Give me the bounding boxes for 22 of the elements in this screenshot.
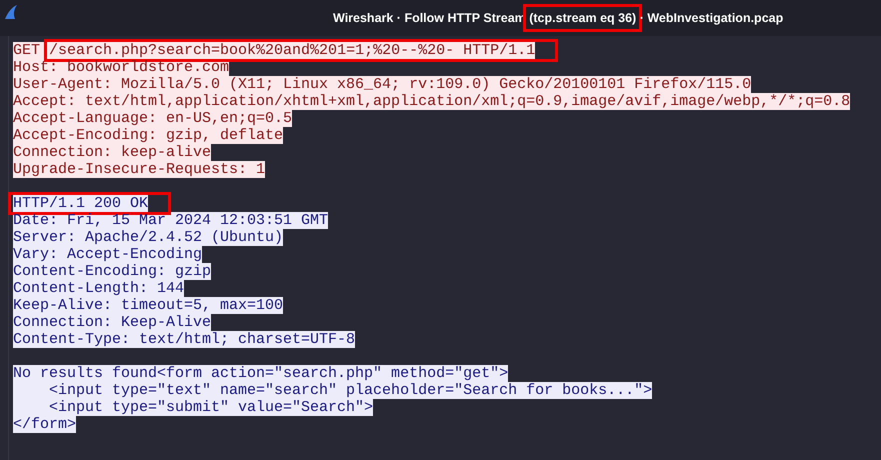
stream-text: </form> (13, 416, 76, 433)
stream-text: Content-Encoding: gzip (13, 263, 212, 280)
stream-text: Connection: Keep-Alive (13, 314, 212, 331)
shark-fin-icon (4, 4, 18, 20)
stream-text: Content-Length: 144 (13, 280, 184, 297)
stream-text: Content-Type: text/html; charset=UTF-8 (13, 331, 356, 348)
stream-text: Server: Apache/2.4.52 (Ubuntu) (13, 229, 284, 246)
window-title: · WebInvestigation.pcap (638, 11, 784, 25)
stream-text: Date: Fri, 15 Mar 2024 12:03:51 GMT (13, 212, 328, 229)
stream-text: Vary: Accept-Encoding (13, 246, 202, 263)
stream-text: Accept: text/html,application/xhtml+xml,application/xml;q=0.9,image/avif,image/webp,*/*;q=0.8 (13, 93, 850, 110)
stream-text: Accept-Language: en-US,en;q=0.5 (13, 110, 292, 127)
stream-text: Connection: keep-alive (13, 144, 212, 161)
stream-text: <input type="submit" value="Search"> (48, 399, 374, 416)
stream-text: Upgrade-Insecure-Requests: 1 (13, 161, 266, 178)
stream-text: User-Agent: Mozilla/5.0 (X11; Linux x86_64; rv:109.0) Gecko/20100101 Firefox/115.0 (13, 76, 752, 93)
stream-text: Accept-Encoding: gzip, deflate (13, 127, 284, 144)
stream-text: No results found<form action="search.php" method="get"> (13, 365, 508, 382)
stream-text: Keep-Alive: timeout=5, max=100 (13, 297, 284, 314)
stream-text: <input type="text" name="search" placeholder="Search for books..."> (48, 382, 652, 399)
stream-text: GET (13, 42, 42, 59)
stream-text: Host: bookworldstore.com (13, 59, 230, 76)
